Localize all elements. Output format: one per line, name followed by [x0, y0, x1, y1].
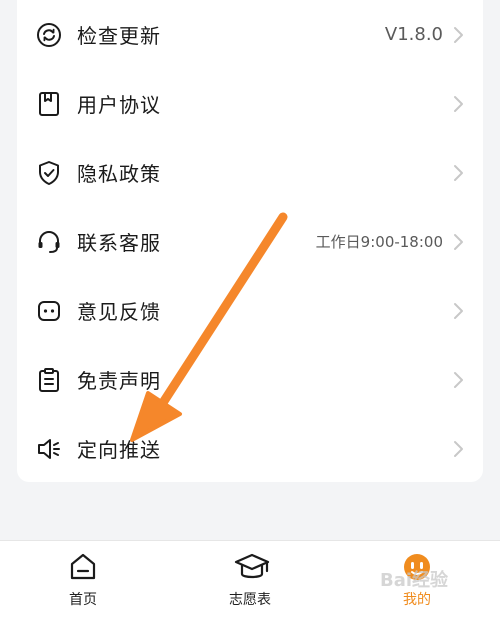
settings-item-feedback[interactable]: 意见反馈 [17, 276, 483, 345]
graduation-cap-icon [234, 551, 270, 583]
feedback-icon [35, 297, 63, 325]
settings-item-privacy-policy[interactable]: 隐私政策 [17, 138, 483, 207]
settings-item-check-update[interactable]: 检查更新 V1.8.0 [17, 0, 483, 69]
settings-item-label: 用户协议 [77, 93, 161, 117]
chevron-right-icon [451, 163, 465, 183]
tab-application-form[interactable]: 志愿表 [167, 541, 333, 618]
version-value: V1.8.0 [384, 24, 443, 45]
tab-home[interactable]: 首页 [0, 541, 166, 618]
chevron-right-icon [451, 439, 465, 459]
bookmark-icon [35, 90, 63, 118]
chevron-right-icon [451, 232, 465, 252]
chevron-right-icon [451, 301, 465, 321]
home-icon [67, 551, 99, 583]
chevron-right-icon [451, 94, 465, 114]
watermark-text: Bai经验 [380, 570, 449, 591]
tab-label: 我的 [403, 592, 431, 608]
shield-check-icon [35, 159, 63, 187]
settings-item-targeted-push[interactable]: 定向推送 [17, 414, 483, 483]
tab-label: 志愿表 [229, 592, 271, 608]
settings-item-label: 免责声明 [77, 369, 161, 393]
chevron-right-icon [451, 370, 465, 390]
settings-item-user-agreement[interactable]: 用户协议 [17, 69, 483, 138]
chevron-right-icon [451, 25, 465, 45]
tab-label: 首页 [69, 592, 97, 608]
settings-item-contact-service[interactable]: 联系客服 工作日9:00-18:00 [17, 207, 483, 276]
settings-card: 检查更新 V1.8.0 用户协议 隐私政策 联系客服 工作日9:00-18:00… [17, 0, 483, 482]
speaker-icon [35, 435, 63, 463]
clipboard-icon [35, 366, 63, 394]
settings-item-label: 检查更新 [77, 24, 161, 48]
settings-item-label: 隐私政策 [77, 162, 161, 186]
settings-item-disclaimer[interactable]: 免责声明 [17, 345, 483, 414]
service-hours-value: 工作日9:00-18:00 [315, 233, 443, 251]
settings-item-label: 定向推送 [77, 438, 161, 462]
refresh-icon [35, 21, 63, 49]
headset-icon [35, 228, 63, 256]
settings-item-label: 意见反馈 [77, 300, 161, 324]
settings-item-label: 联系客服 [77, 231, 161, 255]
